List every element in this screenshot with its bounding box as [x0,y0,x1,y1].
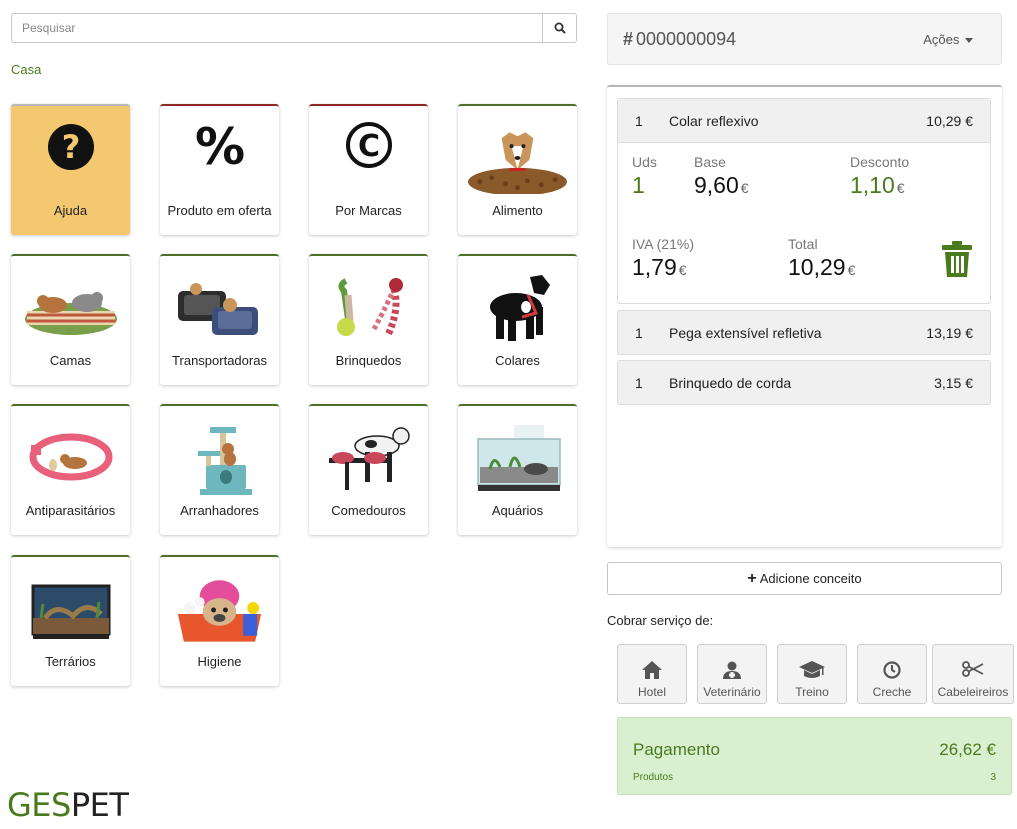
scissors-icon [962,661,984,677]
category-tile-alimento[interactable]: Alimento [458,104,577,235]
category-label: Terrários [45,654,96,669]
home-icon [642,661,662,679]
service-button-creche[interactable]: Creche [857,644,927,704]
doctor-icon [723,661,741,679]
gespet-logo: GESPET [7,786,129,824]
category-label: Transportadoras [172,353,267,368]
service-button-hotel[interactable]: Hotel [617,644,687,704]
category-tile-comedouros[interactable]: Comedouros [309,404,428,535]
category-tile-camas[interactable]: Camas [11,254,130,385]
order-lines-panel: 1 Colar reflexivo 10,29 € Uds 1 Base 9,6… [607,85,1002,547]
category-label: Por Marcas [335,203,402,218]
category-label: Alimento [492,203,543,218]
line-qty: 1 [635,325,643,341]
order-number: #0000000094 [623,29,737,49]
dog-food-photo [468,132,567,194]
dog-harness-photo [489,275,550,341]
service-button-cabeleireiros[interactable]: Cabeleireiros [932,644,1014,704]
cat-tree-photo [197,427,252,495]
services-title: Cobrar serviço de: [607,613,714,628]
category-label: Ajuda [53,203,88,218]
actions-dropdown[interactable]: Ações [923,32,973,47]
copyright-icon: C [345,122,392,168]
products-count: 3 [990,772,996,783]
line-qty: 1 [635,375,643,391]
dog-bath-photo [177,580,262,642]
order-line[interactable]: 1 Brinquedo de corda 3,15 € [617,360,991,405]
category-tile-marcas[interactable]: C Por Marcas [309,104,428,235]
detail-iva: IVA (21%) 1,79 € [632,236,694,280]
line-price: 13,19 € [926,325,973,341]
payment-amount: 26,62 € [939,740,996,759]
category-label: Camas [49,353,92,368]
help-icon: ? [47,124,94,170]
line-price: 10,29 € [926,113,973,129]
line-name: Brinquedo de corda [669,375,792,391]
search-bar [11,13,577,43]
category-tile-ajuda[interactable]: ? Ajuda [11,104,130,235]
line-name: Colar reflexivo [669,113,759,129]
terrarium-photo [31,584,110,639]
caret-down-icon [965,38,973,44]
detail-discount[interactable]: Desconto 1,10 € [850,154,909,199]
search-icon [554,22,566,34]
service-label: Hotel [637,685,666,699]
category-label: Higiene [197,654,242,669]
service-button-veterinario[interactable]: Veterinário [697,644,767,704]
order-line[interactable]: 1 Pega extensível refletiva 13,19 € [617,310,991,355]
plus-icon: + [747,569,757,587]
pet-bed-photo [24,292,117,335]
category-label: Brinquedos [335,353,402,368]
detail-total: Total 10,29 € [788,236,856,280]
category-label: Aquários [491,503,544,518]
service-label: Treino [795,685,829,699]
graduation-cap-icon [799,661,825,678]
hash-icon: # [623,29,634,49]
service-button-treino[interactable]: Treino [777,644,847,704]
svg-text:?: ? [61,128,80,166]
category-label: Comedouros [331,503,406,518]
aquarium-photo [476,425,561,491]
percent-icon: % [195,119,245,171]
payment-button[interactable]: Pagamento 26,62 € Produtos 3 [617,717,1012,795]
payment-label: Pagamento [633,740,720,759]
rope-toy-photo [336,278,403,337]
breadcrumb-home[interactable]: Casa [11,62,41,77]
svg-text:%: % [195,119,245,171]
detail-uds: Uds 1 [632,154,657,198]
search-button[interactable] [542,14,576,42]
order-header: #0000000094 Ações [607,13,1002,65]
products-label: Produtos [633,772,674,783]
svg-text:C: C [357,129,379,164]
category-label: Produto em oferta [167,203,272,218]
category-tile-aquarios[interactable]: Aquários [458,404,577,535]
flea-collar-photo [29,433,112,481]
line-qty: 1 [635,113,643,129]
category-tile-antiparasitarios[interactable]: Antiparasitários [11,404,130,535]
category-label: Colares [495,353,540,368]
category-label: Antiparasitários [25,503,116,518]
pet-carrier-photo [177,283,258,335]
detail-base: Base 9,60 € [694,154,749,198]
category-label: Arranhadores [180,503,259,518]
order-line-header[interactable]: 1 Colar reflexivo 10,29 € [618,99,990,143]
add-concept-button[interactable]: + Adicione conceito [607,562,1002,595]
service-label: Cabeleireiros [937,685,1009,699]
clock-icon [883,661,901,679]
line-name: Pega extensível refletiva [669,325,822,341]
category-tile-brinquedos[interactable]: Brinquedos [309,254,428,385]
category-tile-colares[interactable]: Colares [458,254,577,385]
category-tile-oferta[interactable]: % Produto em oferta [160,104,279,235]
line-price: 3,15 € [934,375,973,391]
category-tile-arranhadores[interactable]: Arranhadores [160,404,279,535]
category-tile-higiene[interactable]: Higiene [160,555,279,686]
feeder-photo [328,427,410,490]
order-line-expanded[interactable]: 1 Colar reflexivo 10,29 € Uds 1 Base 9,6… [617,98,991,304]
trash-icon[interactable] [942,241,972,277]
category-tile-transportadoras[interactable]: Transportadoras [160,254,279,385]
search-input[interactable] [12,14,542,42]
category-tile-terrarios[interactable]: Terrários [11,555,130,686]
service-label: Veterinário [703,685,761,699]
service-label: Creche [872,685,912,699]
